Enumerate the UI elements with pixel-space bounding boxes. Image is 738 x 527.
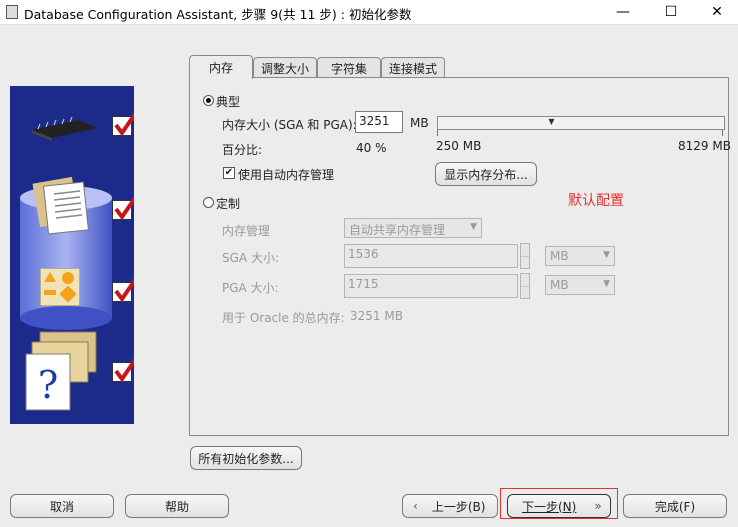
pga-unit-select[interactable]: MB ▼ [545,275,615,295]
documents-icon [32,176,89,235]
title-bar: Database Configuration Assistant, 步骤 9(共… [0,0,738,25]
chevron-down-icon: ▼ [603,250,610,260]
pga-unit-value: MB [550,278,569,292]
memory-mgmt-label: 内存管理 [222,224,271,238]
memory-slider-thumb[interactable]: ▼ [546,117,556,126]
memory-unit-label: MB [410,116,429,130]
auto-memory-label: 使用自动内存管理 [238,168,335,182]
help-folder-icon: ? [25,331,97,411]
memory-slider[interactable] [437,116,725,130]
slider-max-label: 8129 MB [678,139,731,153]
finish-button[interactable]: 完成(F) [623,494,727,518]
sga-label: SGA 大小: [222,251,279,265]
window-title: Database Configuration Assistant, 步骤 9(共… [24,7,412,22]
sga-unit-select[interactable]: MB ▼ [545,246,615,266]
default-config-annotation: 默认配置 [568,193,624,209]
percent-label: 百分比: [222,143,263,157]
custom-radio[interactable] [203,197,214,208]
back-label: 上一步(B) [431,499,486,514]
oracle-total-value: 3251 MB [350,309,403,323]
pga-spinner[interactable] [520,273,530,299]
step-check-icon [112,195,134,221]
step-check-icon [112,357,134,383]
pga-label: PGA 大小: [222,281,279,295]
memory-chip-icon [32,116,98,141]
close-button[interactable]: ✕ [694,0,738,24]
next-button[interactable]: 下一步(N) » [507,494,611,518]
cancel-button[interactable]: 取消 [10,494,114,518]
pga-input[interactable]: 1715 [344,274,518,298]
tab-connection-mode[interactable]: 连接模式 [381,57,445,78]
sga-spinner[interactable] [520,243,530,269]
auto-memory-checkbox[interactable]: ✔ [223,167,235,179]
sga-input[interactable]: 1536 [344,244,518,268]
step-check-icon [112,277,134,303]
shapes-icon [40,268,80,306]
memory-size-input[interactable]: 3251 [355,111,403,133]
all-init-params-button[interactable]: 所有初始化参数... [190,446,302,470]
next-label: 下一步(N) [522,499,577,514]
app-icon [6,5,18,19]
memory-mgmt-value: 自动共享内存管理 [349,223,446,237]
help-button[interactable]: 帮助 [125,494,229,518]
memory-mgmt-select[interactable]: 自动共享内存管理 ▼ [344,218,482,238]
tab-character-set[interactable]: 字符集 [317,57,381,78]
step-illustration: ? [10,86,134,424]
slider-ticks [437,130,723,136]
slider-min-label: 250 MB [436,139,482,153]
chevron-right-icon: » [594,499,602,513]
maximize-button[interactable]: ☐ [648,0,694,24]
chevron-down-icon: ▼ [603,279,610,289]
memory-panel: 典型 内存大小 (SGA 和 PGA): 3251 MB ▼ 250 MB 81… [189,77,731,436]
oracle-total-label: 用于 Oracle 的总内存: [222,311,345,325]
svg-text:?: ? [38,363,58,407]
step-check-icon [112,111,134,137]
minimize-button[interactable]: — [600,0,646,24]
show-memory-distribution-button[interactable]: 显示内存分布... [435,162,537,186]
back-button[interactable]: ‹ 上一步(B) [402,494,498,518]
chevron-down-icon: ▼ [470,222,477,232]
typical-label: 典型 [216,95,241,109]
chevron-left-icon: ‹ [413,499,418,513]
sga-unit-value: MB [550,249,569,263]
tab-sizing[interactable]: 调整大小 [253,57,317,78]
typical-radio[interactable] [203,95,214,106]
percent-value: 40 % [356,141,387,155]
tab-memory[interactable]: 内存 [189,55,253,79]
memory-size-label: 内存大小 (SGA 和 PGA): [222,118,357,132]
custom-label: 定制 [216,197,241,211]
